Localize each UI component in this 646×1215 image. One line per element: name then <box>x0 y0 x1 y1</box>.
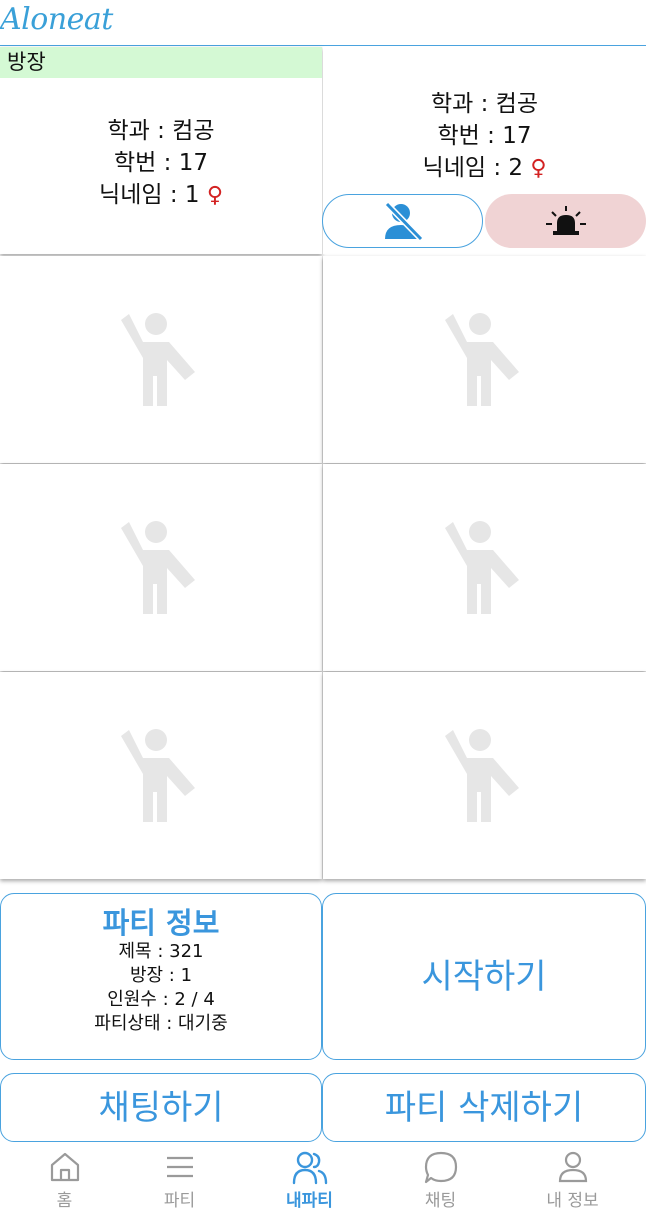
member-nickname: 닉네임 : 2 <box>422 155 524 181</box>
member-nickname: 닉네임 : 1 <box>99 182 200 208</box>
delete-party-button[interactable]: 파티 삭제하기 <box>322 1073 646 1142</box>
member-card-host: 방장 학과 : 컴공 학번 : 17 닉네임 : 1 ♀ <box>0 47 322 254</box>
member-nickname-row: 닉네임 : 2 ♀ <box>323 152 646 185</box>
start-button[interactable]: 시작하기 <box>322 893 646 1060</box>
person-icon <box>558 1151 587 1183</box>
party-host: 방장 : 1 <box>129 965 193 986</box>
party-status: 파티상태 : 대기중 <box>94 1013 228 1034</box>
start-button-label: 시작하기 <box>421 956 547 997</box>
app-header: Aloneat <box>0 0 646 46</box>
party-member-count: 인원수 : 2 / 4 <box>107 989 215 1010</box>
empty-slot <box>0 256 322 463</box>
empty-slot <box>323 256 646 463</box>
member-info: 학과 : 컴공 학번 : 17 닉네임 : 2 ♀ <box>323 88 646 185</box>
nav-home-label: 홈 <box>56 1191 73 1211</box>
nav-my-info-label: 내 정보 <box>546 1191 599 1211</box>
party-name: 제목 : 321 <box>118 941 204 962</box>
party-info-title: 파티 정보 <box>102 906 220 940</box>
member-info: 학과 : 컴공 학번 : 17 닉네임 : 1 ♀ <box>0 115 322 212</box>
app-logo: Aloneat <box>0 2 113 37</box>
nav-chat-label: 채팅 <box>424 1191 457 1211</box>
host-badge: 방장 <box>0 47 322 78</box>
nav-party-label: 파티 <box>163 1191 196 1211</box>
person-waving-icon <box>444 728 519 822</box>
empty-slot <box>323 672 646 879</box>
member-nickname-row: 닉네임 : 1 ♀ <box>0 179 322 212</box>
member-year: 학번 : 17 <box>114 150 208 176</box>
home-icon <box>50 1152 79 1182</box>
person-waving-icon <box>444 520 519 614</box>
nav-party[interactable]: 파티 <box>115 1146 244 1215</box>
person-waving-icon <box>121 728 195 822</box>
nav-chat[interactable]: 채팅 <box>376 1146 505 1215</box>
chat-bubble-icon <box>424 1151 457 1184</box>
empty-slot <box>0 464 322 671</box>
nav-my-party-label: 내파티 <box>286 1191 333 1211</box>
person-waving-icon <box>121 520 195 614</box>
group-icon <box>292 1151 327 1185</box>
siren-icon <box>545 206 586 235</box>
remove-person-icon <box>384 201 423 241</box>
nav-my-party[interactable]: 내파티 <box>245 1146 374 1215</box>
open-chat-button[interactable]: 채팅하기 <box>0 1073 322 1142</box>
nav-my-info[interactable]: 내 정보 <box>508 1146 637 1215</box>
person-waving-icon <box>121 312 195 406</box>
delete-party-button-label: 파티 삭제하기 <box>384 1087 584 1128</box>
empty-slot <box>323 464 646 671</box>
member-dept: 학과 : 컴공 <box>107 118 215 144</box>
person-waving-icon <box>444 312 519 406</box>
kick-member-button[interactable] <box>322 194 483 248</box>
bottom-nav: 홈 파티 내파티 채팅 내 정보 <box>0 1146 646 1215</box>
female-icon: ♀ <box>206 183 223 208</box>
menu-icon <box>166 1156 193 1178</box>
nav-home[interactable]: 홈 <box>0 1146 129 1215</box>
member-grid: 방장 학과 : 컴공 학번 : 17 닉네임 : 1 ♀ 학과 : 컴공 학번 … <box>0 47 646 881</box>
member-dept: 학과 : 컴공 <box>430 91 538 117</box>
empty-slot <box>0 672 322 879</box>
report-member-button[interactable] <box>485 194 646 248</box>
open-chat-button-label: 채팅하기 <box>98 1087 224 1128</box>
party-info-panel: 파티 정보 제목 : 321 방장 : 1 인원수 : 2 / 4 파티상태 :… <box>0 893 322 1060</box>
female-icon: ♀ <box>530 156 547 181</box>
member-year: 학번 : 17 <box>437 123 532 149</box>
